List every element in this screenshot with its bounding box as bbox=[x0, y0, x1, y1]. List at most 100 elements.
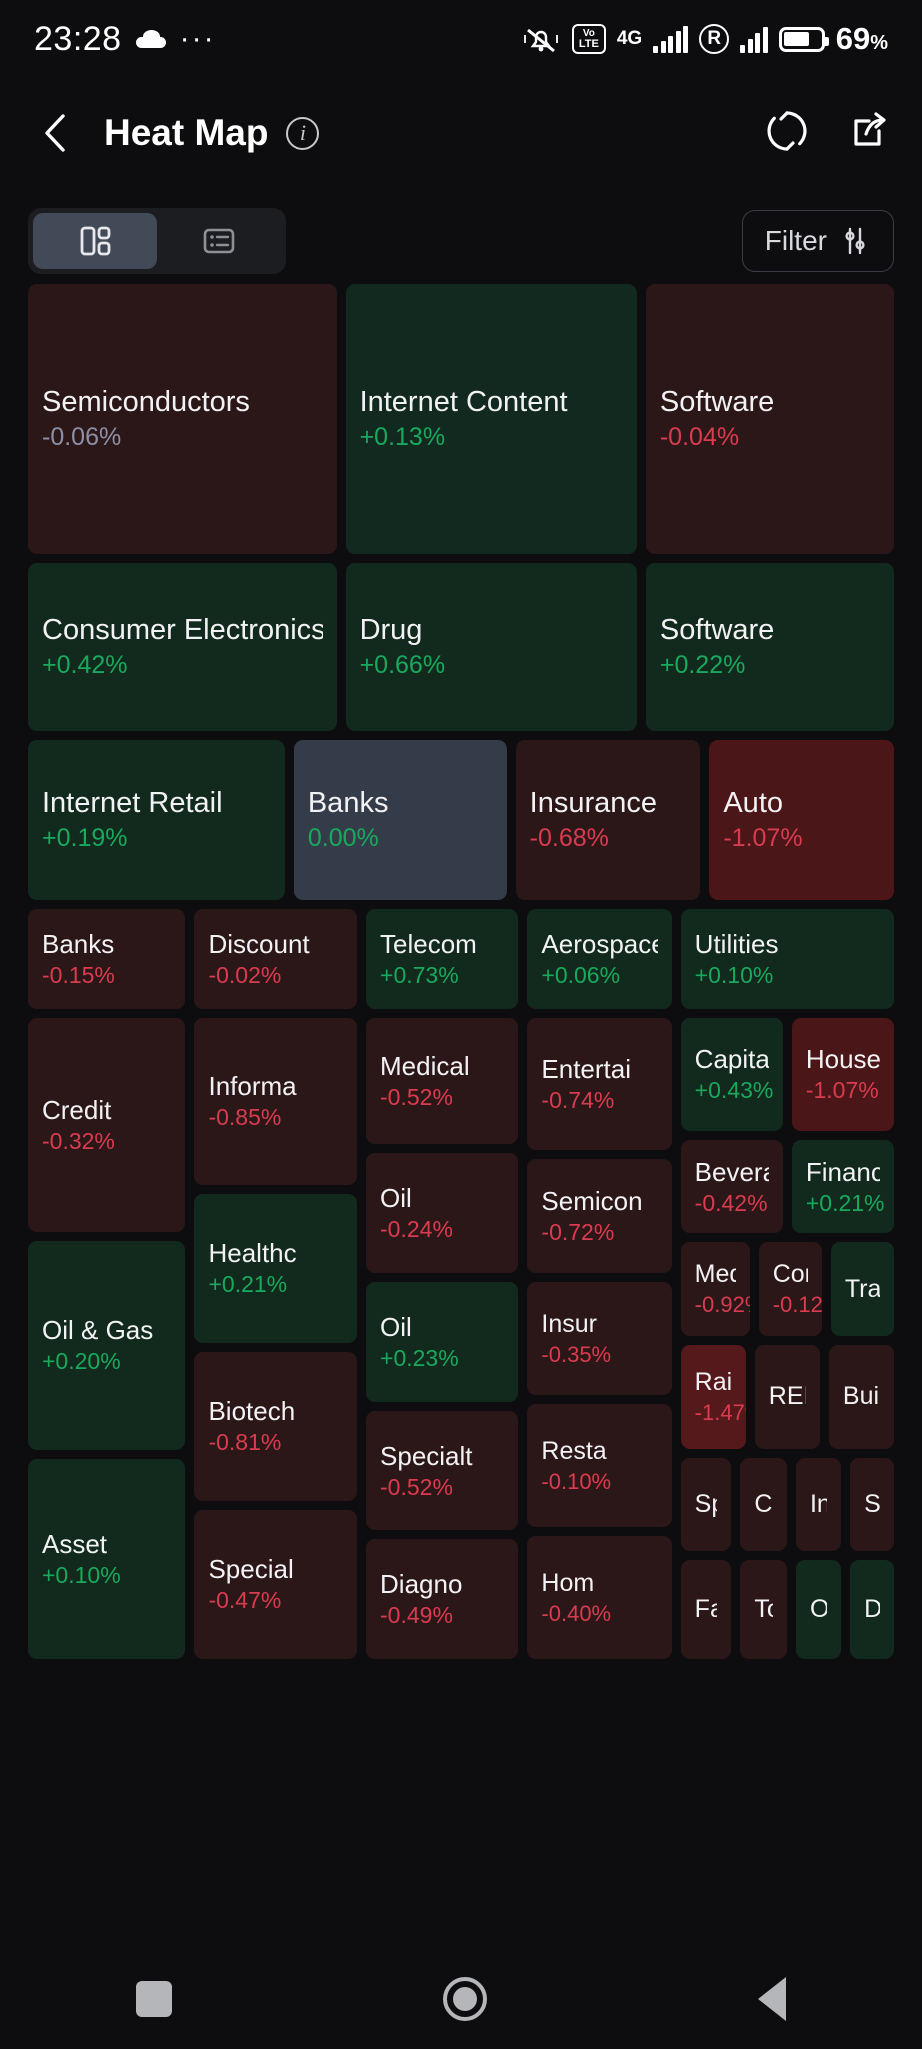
tile-change: -0.52% bbox=[380, 1473, 453, 1500]
recents-square-icon[interactable] bbox=[135, 1981, 172, 2017]
tile-banks-2[interactable]: Banks -0.15% bbox=[28, 909, 186, 1009]
tile-entertainment[interactable]: Entertai -0.74% bbox=[527, 1018, 672, 1150]
tile-utilities[interactable]: Utilities +0.10% bbox=[680, 909, 895, 1009]
share-button[interactable] bbox=[846, 108, 892, 159]
grid-view-button[interactable] bbox=[33, 213, 157, 269]
tile-change: +0.66% bbox=[359, 651, 446, 679]
tile-asset[interactable]: Asset +0.10% bbox=[28, 1458, 186, 1659]
tile-name: Utilities bbox=[694, 929, 779, 959]
tile-semicon[interactable]: Semicon -0.72% bbox=[527, 1158, 672, 1273]
tile-change: -0.12% bbox=[772, 1292, 822, 1318]
tile-software-2[interactable]: Software +0.22% bbox=[645, 563, 894, 731]
tile-tobacco[interactable]: Tob bbox=[740, 1560, 787, 1659]
tile-household[interactable]: Househ -1.07% bbox=[791, 1018, 895, 1131]
tile-name: REIT bbox=[768, 1382, 806, 1411]
tile-name: Com bbox=[772, 1260, 808, 1289]
tile-name: Semiconductors bbox=[42, 386, 250, 418]
tile-oil-2[interactable]: Oil +0.23% bbox=[366, 1282, 519, 1402]
tile-change: -0.24% bbox=[380, 1216, 453, 1243]
tile-internet-content[interactable]: Internet Content +0.13% bbox=[345, 284, 637, 554]
tile-telecom[interactable]: Telecom +0.73% bbox=[366, 909, 519, 1009]
heatmap-grid: Semiconductors -0.06% Internet Content +… bbox=[0, 276, 922, 1660]
tile-name: Capital bbox=[694, 1044, 769, 1075]
tile-building[interactable]: Buildi bbox=[828, 1345, 894, 1449]
tile-change: -0.47% bbox=[208, 1587, 282, 1614]
clock: 23:28 bbox=[34, 19, 122, 58]
heatmap-column: Aerospace +0.06% Entertai -0.74% Semicon… bbox=[527, 909, 672, 1659]
tile-consumer-electronics[interactable]: Consumer Electronics +0.42% bbox=[28, 563, 337, 731]
tile-name: Semicon bbox=[541, 1185, 643, 1216]
tile-change: +0.22% bbox=[659, 651, 746, 679]
heatmap-row: Capital +0.43% Househ -1.07% bbox=[680, 1018, 895, 1131]
signal-bars-sim1-icon bbox=[653, 25, 689, 53]
heatmap-row: Consumer Electronics +0.42% Drug +0.66% … bbox=[28, 563, 894, 731]
list-view-button[interactable] bbox=[157, 213, 281, 269]
tile-railroads[interactable]: Railr -1.47% bbox=[680, 1345, 746, 1449]
filter-button[interactable]: Filter bbox=[741, 210, 894, 272]
tile-insur[interactable]: Insur -0.35% bbox=[527, 1281, 672, 1396]
tile-farm[interactable]: Farm bbox=[680, 1560, 732, 1659]
tile-auto[interactable]: Auto -1.07% bbox=[709, 740, 895, 900]
tile-ins[interactable]: Ins bbox=[795, 1457, 842, 1552]
signal-bars-sim2-icon bbox=[740, 25, 768, 53]
tile-medic[interactable]: Medic -0.92% bbox=[680, 1242, 750, 1337]
tile-name: Entertai bbox=[541, 1053, 632, 1084]
tile-special[interactable]: Special -0.47% bbox=[194, 1509, 358, 1659]
tile-internet-retail[interactable]: Internet Retail +0.19% bbox=[28, 740, 285, 900]
tile-name: Trave bbox=[844, 1274, 880, 1303]
info-icon[interactable]: i bbox=[286, 116, 320, 150]
tile-healthcare[interactable]: Healthc +0.21% bbox=[194, 1193, 358, 1343]
tile-sp[interactable]: Sp bbox=[850, 1457, 895, 1552]
tile-co[interactable]: Co bbox=[740, 1457, 787, 1552]
tile-change: -1.07% bbox=[805, 1077, 879, 1104]
tile-speci[interactable]: Speci bbox=[680, 1457, 732, 1552]
tile-change: -0.42% bbox=[694, 1189, 768, 1216]
tile-change: -0.02% bbox=[208, 962, 282, 988]
tile-beverages[interactable]: Beverag -0.42% bbox=[680, 1139, 783, 1234]
tile-other[interactable]: Oth bbox=[795, 1560, 842, 1659]
tile-dru[interactable]: Dru bbox=[850, 1560, 895, 1659]
tile-credit[interactable]: Credit -0.32% bbox=[28, 1018, 186, 1232]
tile-oil-and-gas[interactable]: Oil & Gas +0.20% bbox=[28, 1240, 186, 1450]
tile-restaurants[interactable]: Resta -0.10% bbox=[527, 1404, 672, 1528]
back-triangle-icon[interactable] bbox=[758, 1977, 787, 2021]
tile-name: Banks bbox=[307, 787, 389, 819]
tile-change: -0.81% bbox=[208, 1429, 282, 1456]
heatmap-column: Utilities +0.10% Capital +0.43% Househ -… bbox=[680, 909, 895, 1659]
tile-insurance[interactable]: Insurance -0.68% bbox=[515, 740, 701, 900]
tile-biotech[interactable]: Biotech -0.81% bbox=[194, 1351, 358, 1501]
heatmap-row: Railr -1.47% REIT Buildi bbox=[680, 1345, 894, 1449]
tile-name: Aerospace bbox=[541, 929, 658, 959]
tile-medical[interactable]: Medical -0.52% bbox=[366, 1018, 519, 1145]
back-button[interactable] bbox=[30, 107, 82, 159]
tile-informa[interactable]: Informa -0.85% bbox=[194, 1018, 358, 1185]
tile-aerospace[interactable]: Aerospace +0.06% bbox=[527, 909, 672, 1009]
tile-name: Househ bbox=[805, 1044, 881, 1075]
bell-muted-icon bbox=[521, 24, 561, 54]
tile-diagnostics[interactable]: Diagno -0.49% bbox=[366, 1539, 519, 1660]
tile-travel[interactable]: Trave bbox=[830, 1242, 894, 1337]
tile-banks-1[interactable]: Banks 0.00% bbox=[293, 740, 507, 900]
battery-percent: 69% bbox=[835, 21, 888, 56]
tile-drug[interactable]: Drug +0.66% bbox=[345, 563, 637, 731]
refresh-button[interactable] bbox=[764, 108, 810, 159]
tile-name: Internet Content bbox=[359, 386, 568, 418]
tile-name: Medical bbox=[380, 1051, 470, 1082]
tile-capital[interactable]: Capital +0.43% bbox=[680, 1018, 783, 1131]
tile-reit[interactable]: REIT bbox=[754, 1345, 820, 1449]
tile-discount[interactable]: Discount -0.02% bbox=[194, 909, 358, 1009]
heatmap-row: Utilities +0.10% bbox=[680, 909, 895, 1009]
tile-home[interactable]: Hom -0.40% bbox=[527, 1536, 672, 1659]
tile-specialty[interactable]: Specialt -0.52% bbox=[366, 1410, 519, 1531]
tile-com[interactable]: Com -0.12% bbox=[758, 1242, 822, 1337]
tile-name: Asset bbox=[42, 1528, 108, 1559]
tile-oil-1[interactable]: Oil -0.24% bbox=[366, 1153, 519, 1274]
heatmap-column: Telecom +0.73% Medical -0.52% Oil -0.24%… bbox=[366, 909, 519, 1660]
tile-change: -1.07% bbox=[723, 824, 803, 852]
tile-financial[interactable]: Financia +0.21% bbox=[791, 1139, 895, 1234]
home-circle-icon[interactable] bbox=[442, 1977, 487, 2021]
tile-software-1[interactable]: Software -0.04% bbox=[645, 284, 894, 554]
heatmap-row: Internet Retail +0.19% Banks 0.00% Insur… bbox=[28, 740, 895, 900]
tile-semiconductors[interactable]: Semiconductors -0.06% bbox=[28, 284, 337, 554]
tile-change: -0.74% bbox=[541, 1086, 615, 1113]
